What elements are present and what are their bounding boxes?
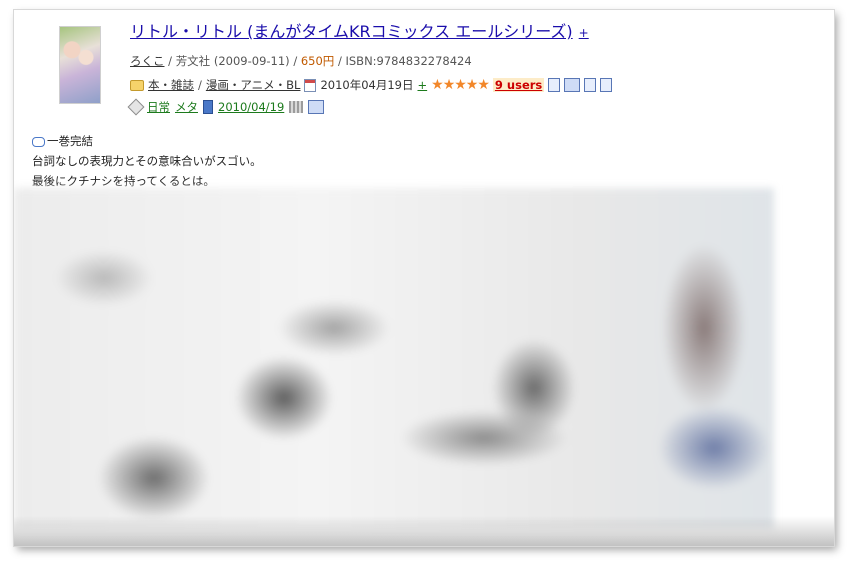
book-icon bbox=[203, 100, 213, 114]
tag-link-1[interactable]: 日常 bbox=[147, 99, 170, 115]
window-icon[interactable] bbox=[564, 78, 581, 92]
tag-row: 日常 メタ 2010/04/19 bbox=[127, 98, 325, 116]
title-plus-link[interactable]: + bbox=[579, 26, 589, 40]
doc-icon[interactable] bbox=[548, 78, 561, 92]
category-link-1[interactable]: 本・雑誌 bbox=[148, 77, 194, 93]
comment-line-2: 台詞なしの表現力とその意味合いがスゴい。 bbox=[32, 154, 262, 168]
users-count-link[interactable]: 9 users bbox=[492, 78, 545, 92]
bookmark-entry: リトル・リトル (まんがタイムKRコミックス エールシリーズ) + ろくこ / 芳… bbox=[14, 10, 834, 546]
publisher: 芳文社 bbox=[175, 54, 211, 68]
edit-icon[interactable] bbox=[584, 78, 597, 92]
category-link-2[interactable]: 漫画・アニメ・BL bbox=[206, 77, 301, 93]
library-icon[interactable] bbox=[289, 101, 304, 113]
delete-icon[interactable] bbox=[600, 78, 613, 92]
comment-block: 一巻完結 台詞なしの表現力とその意味合いがスゴい。 最後にクチナシを持ってくると… bbox=[32, 131, 262, 191]
isbn: ISBN:9784832278424 bbox=[345, 54, 472, 68]
folder-icon bbox=[130, 79, 144, 91]
comment-line-1: 一巻完結 bbox=[47, 134, 93, 148]
pages-icon[interactable] bbox=[308, 100, 325, 114]
price: 650円 bbox=[300, 54, 335, 68]
bubble-icon bbox=[32, 136, 45, 147]
entry-plus-link[interactable]: + bbox=[418, 78, 428, 92]
tag-link-2[interactable]: メタ bbox=[175, 99, 198, 115]
tag-icon bbox=[127, 98, 145, 116]
entry-date: 2010年04月19日 bbox=[320, 78, 414, 92]
book-meta: ろくこ / 芳文社 (2009-09-11) / 650円 / ISBN:978… bbox=[130, 54, 472, 68]
book-cover-image[interactable] bbox=[59, 26, 101, 104]
calendar-icon bbox=[304, 78, 317, 92]
category-row: 本・雑誌 / 漫画・アニメ・BL 2010年04月19日 + ★★★★★ 9 us… bbox=[130, 77, 613, 93]
release-date: (2009-09-11) bbox=[213, 54, 290, 68]
star-rating: ★★★★★ bbox=[431, 77, 490, 93]
tag-date-link[interactable]: 2010/04/19 bbox=[218, 100, 284, 114]
title-row: リトル・リトル (まんがタイムKRコミックス エールシリーズ) + bbox=[130, 22, 589, 43]
blurred-manga-image bbox=[14, 188, 774, 528]
book-title-link[interactable]: リトル・リトル (まんがタイムKRコミックス エールシリーズ) bbox=[130, 22, 573, 41]
window-shadow bbox=[14, 516, 834, 546]
author-link[interactable]: ろくこ bbox=[130, 54, 165, 68]
